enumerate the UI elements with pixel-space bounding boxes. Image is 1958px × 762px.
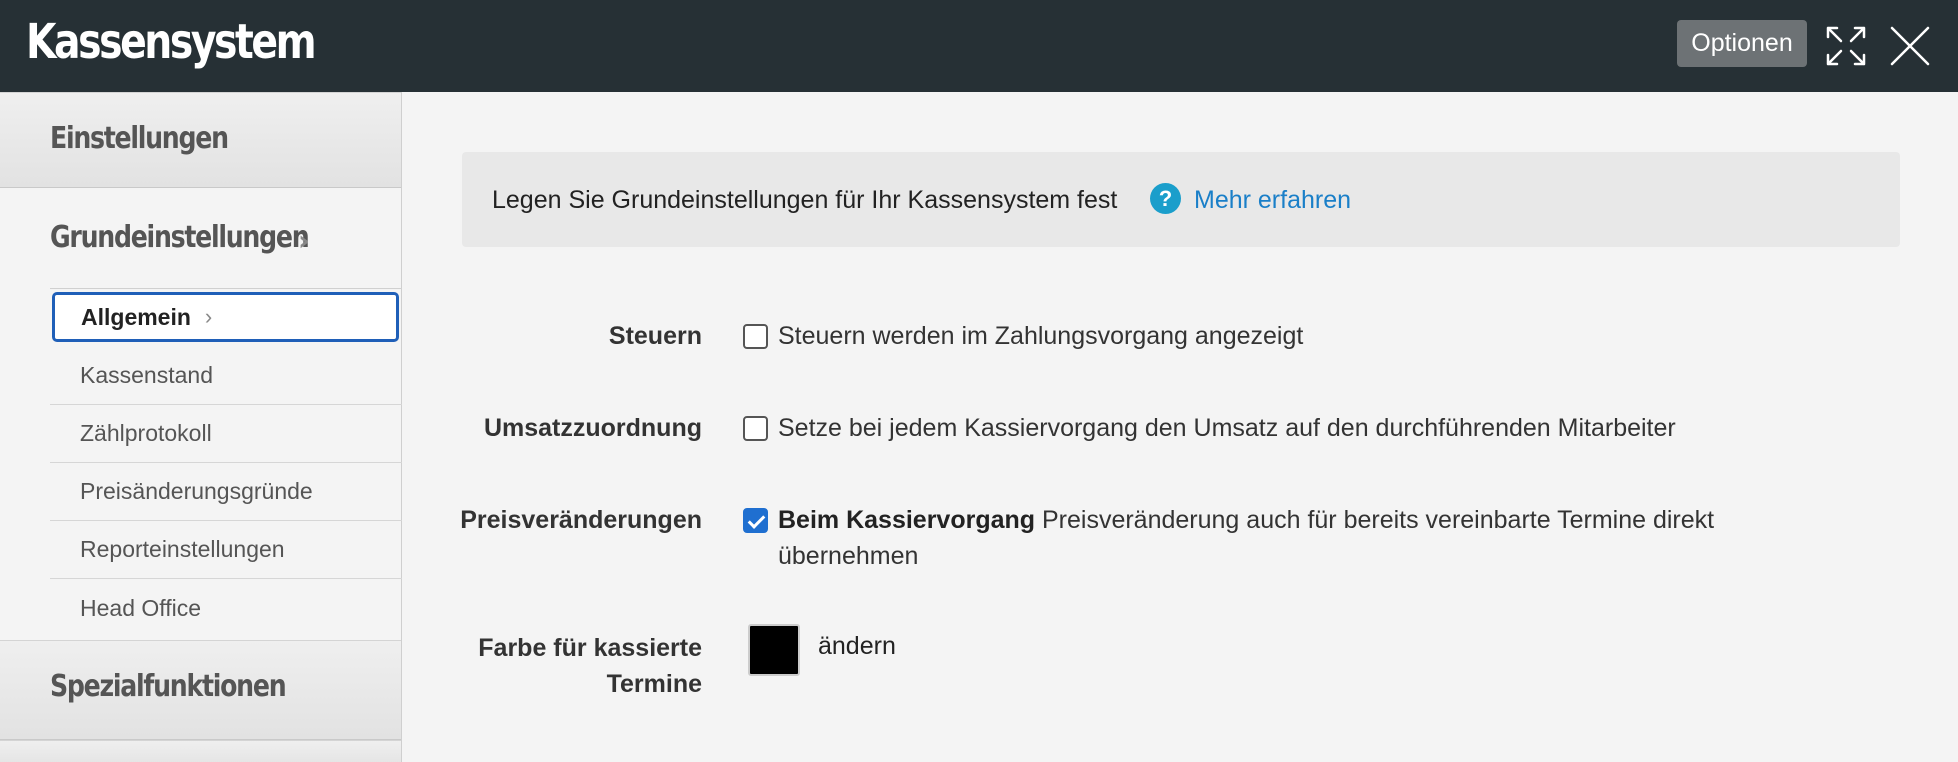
info-box: Legen Sie Grundeinstellungen für Ihr Kas… [462, 152, 1900, 247]
umsatzzuordnung-text: Setze bei jedem Kassiervorgang den Umsat… [778, 414, 1676, 442]
steuern-text: Steuern werden im Zahlungsvorgang angeze… [778, 322, 1304, 350]
preisveraenderungen-bold: Beim Kassiervorgang [778, 506, 1036, 534]
sidebar-item-label: Head Office [80, 594, 202, 621]
preisveraenderungen-label: Preisveränderungen [460, 506, 702, 534]
subsection-label: Grundeinstellungen [50, 220, 310, 255]
umsatzzuordnung-checkbox[interactable] [743, 416, 768, 441]
color-swatch[interactable] [748, 624, 800, 676]
preisveraenderungen-line1: Preisveränderung auch für bereits verein… [1042, 506, 1715, 534]
sidebar-item-label: Kassenstand [80, 362, 213, 388]
info-text: Legen Sie Grundeinstellungen für Ihr Kas… [492, 186, 1118, 214]
umsatzzuordnung-label: Umsatzzuordnung [483, 414, 702, 442]
sidebar: Einstellungen Grundeinstellungen › Allge… [0, 92, 402, 762]
close-icon[interactable] [1888, 24, 1932, 68]
divider [50, 288, 402, 289]
preisveraenderungen-checkbox[interactable] [743, 508, 768, 533]
sidebar-item-reporteinstellungen[interactable]: Reporteinstellungen [50, 521, 402, 579]
preisveraenderungen-line2: übernehmen [778, 542, 919, 570]
sidebar-item-label: Allgemein [81, 303, 191, 330]
sidebar-section-spezialfunktionen[interactable]: Spezialfunktionen [0, 640, 401, 740]
farbe-label: Farbe für kassierte Termine [478, 630, 702, 702]
chevron-right-icon: › [204, 304, 213, 329]
sidebar-item-label: Reporteinstellungen [80, 536, 285, 562]
steuern-label: Steuern [608, 322, 702, 350]
chevron-right-icon: › [298, 224, 310, 257]
section-label: Einstellungen [50, 121, 229, 156]
sidebar-item-head-office[interactable]: Head Office [50, 579, 402, 637]
sidebar-item-label: Zählprotokoll [80, 420, 212, 446]
title-bar: Kassensystem Optionen [0, 0, 1958, 92]
change-color-link[interactable]: ändern [818, 632, 896, 661]
sidebar-item-preisaenderungsgruende[interactable]: Preisänderungsgründe [50, 463, 402, 521]
app-title: Kassensystem [26, 14, 317, 70]
steuern-checkbox[interactable] [743, 324, 768, 349]
mehr-erfahren-link[interactable]: Mehr erfahren [1194, 186, 1351, 215]
sidebar-subsection-grundeinstellungen[interactable]: Grundeinstellungen › [50, 220, 358, 257]
farbe-label-line2: Termine [606, 670, 702, 698]
sidebar-item-kassenstand[interactable]: Kassenstand [50, 347, 402, 405]
sidebar-section-next[interactable] [0, 740, 401, 762]
expand-icon[interactable] [1824, 24, 1868, 68]
farbe-label-line1: Farbe für kassierte [478, 634, 702, 662]
question-icon[interactable]: ? [1150, 183, 1181, 214]
section-label: Spezialfunktionen [50, 669, 287, 704]
options-button[interactable]: Optionen [1677, 20, 1807, 67]
preisveraenderungen-text: Beim Kassiervorgang Preisveränderung auc… [778, 502, 1714, 574]
sidebar-section-einstellungen[interactable]: Einstellungen [0, 92, 401, 188]
sidebar-item-zaehlprotokoll[interactable]: Zählprotokoll [50, 405, 402, 463]
sidebar-item-label: Preisänderungsgründe [80, 478, 313, 504]
sidebar-item-allgemein[interactable]: Allgemein › [52, 292, 399, 342]
